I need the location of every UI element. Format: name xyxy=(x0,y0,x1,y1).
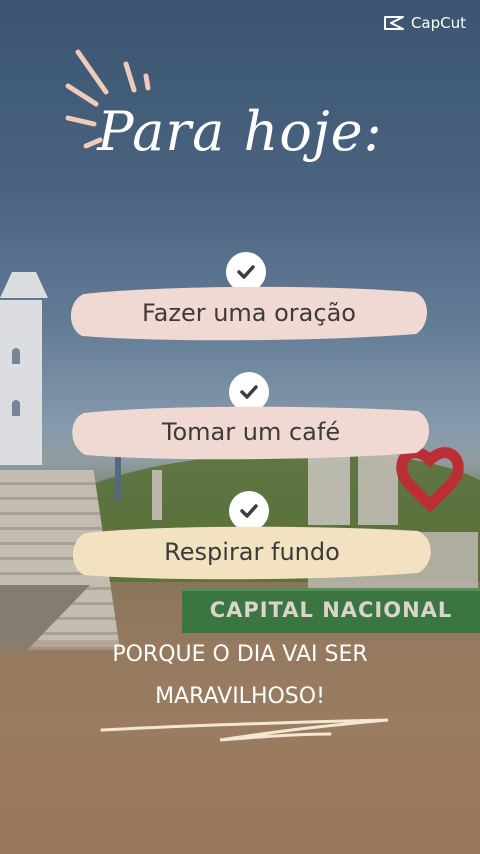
capcut-logo-icon xyxy=(383,16,404,30)
page-title: Para hoje: xyxy=(97,100,383,163)
brush-underline xyxy=(100,718,389,742)
task-label: Fazer uma oração xyxy=(142,299,356,327)
task-item-3: Respirar fundo xyxy=(66,521,438,583)
task-label: Respirar fundo xyxy=(164,538,340,566)
task-item-2: Tomar um café xyxy=(66,401,436,463)
capcut-watermark: CapCut xyxy=(383,14,466,32)
story-canvas: CAPITAL NACIONAL CapCut Para hoje: Fazer… xyxy=(0,0,480,854)
footer-line-1: PORQUE O DIA VAI SER xyxy=(112,642,368,667)
capcut-logo-text: CapCut xyxy=(410,14,466,32)
task-item-1: Fazer uma oração xyxy=(64,282,434,344)
footer-line-2: MARAVILHOSO! xyxy=(155,684,325,709)
task-label: Tomar um café xyxy=(161,418,341,446)
